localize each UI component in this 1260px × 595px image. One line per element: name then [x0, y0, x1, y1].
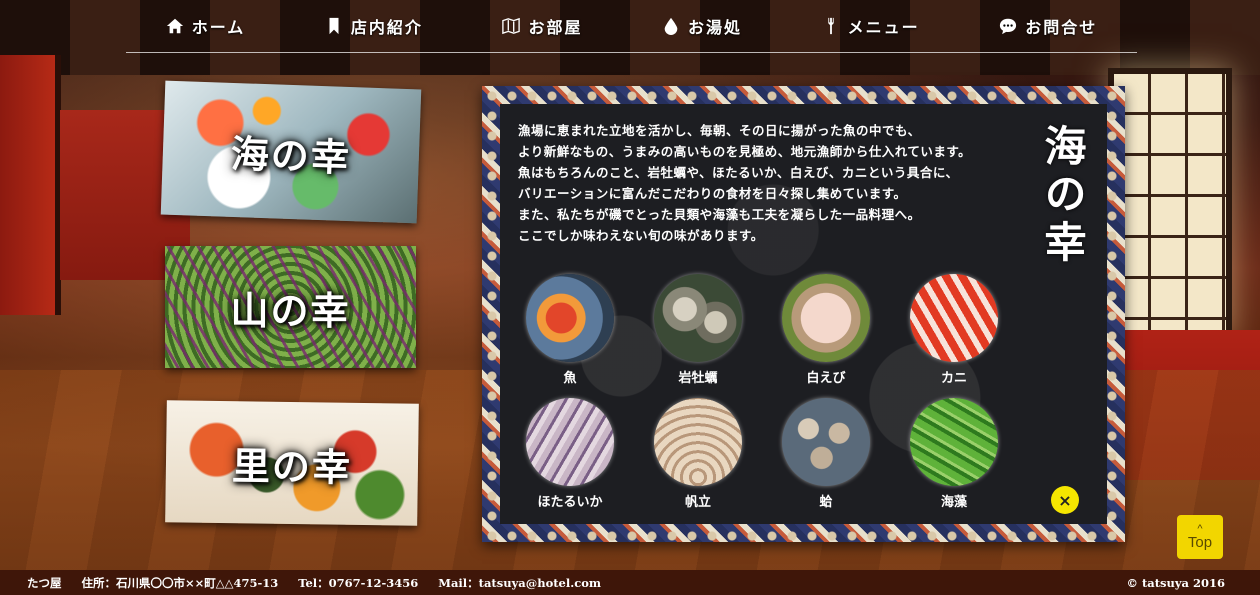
description-line: 漁場に恵まれた立地を活かし、毎朝、その日に揚がった魚の中でも、: [518, 123, 921, 138]
nav-item-contact[interactable]: お問合せ: [999, 14, 1097, 38]
home-icon: [166, 18, 183, 34]
description-line: 魚はもちろんのこと、岩牡蠣や、ほたるいか、白えび、カニという具合に、: [518, 165, 959, 180]
nav-item-menu[interactable]: メニュー: [822, 14, 920, 38]
food-item-label: 蛤: [819, 495, 833, 510]
scallop-image: [654, 398, 742, 486]
squid-image: [526, 398, 614, 486]
nav-item-label: ホーム: [191, 18, 246, 37]
nav-item-bath[interactable]: お湯処: [662, 14, 742, 38]
main-nav: ホーム 店内紹介 お部屋 お湯処 メニュー お問合せ: [126, 0, 1137, 53]
food-item-crab[interactable]: カニ: [904, 274, 1004, 386]
description-line: バリエーションに富んだこだわりの食材を日々探し集めています。: [518, 186, 907, 201]
footer-info: たつ屋 住所：石川県〇〇市××町△△475-13 Tel：0767-12-345…: [27, 575, 601, 591]
category-card-mountain[interactable]: 山の幸: [165, 246, 416, 368]
footer-address: 住所：石川県〇〇市××町△△475-13: [81, 575, 279, 590]
footer-copyright: © tatsuya 2016: [1126, 575, 1225, 590]
footer-tel: Tel：0767-12-3456: [298, 575, 419, 590]
bookmark-icon: [329, 17, 339, 35]
food-item-firefly-squid[interactable]: ほたるいか: [520, 398, 620, 510]
food-item-label: 魚: [563, 371, 577, 386]
category-label: 海の幸: [230, 130, 352, 180]
food-item-label: 帆立: [684, 495, 711, 510]
panel-description: 漁場に恵まれた立地を活かし、毎朝、その日に揚がった魚の中でも、 より新鮮なもの、…: [518, 120, 1018, 246]
food-item-seaweed[interactable]: 海藻: [904, 398, 1004, 510]
seaweed-image: [910, 398, 998, 486]
fish-image: [526, 274, 614, 362]
food-item-oyster[interactable]: 岩牡蠣: [648, 274, 748, 386]
detail-panel: 漁場に恵まれた立地を活かし、毎朝、その日に揚がった魚の中でも、 より新鮮なもの、…: [482, 86, 1125, 542]
category-card-sea[interactable]: 海の幸: [160, 80, 422, 224]
food-item-white-shrimp[interactable]: 白えび: [776, 274, 876, 386]
shrimp-image: [782, 274, 870, 362]
footer-shop-name: たつ屋: [27, 575, 62, 590]
oyster-image: [654, 274, 742, 362]
food-item-label: 海藻: [940, 495, 967, 510]
food-item-clam[interactable]: 蛤: [776, 398, 876, 510]
panel-title: 海の幸: [1038, 124, 1087, 268]
map-icon: [502, 17, 521, 35]
fork-icon: [827, 17, 834, 35]
nav-item-label: メニュー: [847, 18, 920, 37]
nav-item-home[interactable]: ホーム: [166, 14, 246, 38]
description-line: より新鮮なもの、うまみの高いものを見極め、地元漁師から仕入れています。: [518, 144, 972, 159]
footer-mail: Mail：tatsuya@hotel.com: [438, 575, 602, 590]
food-item-label: カニ: [940, 371, 967, 386]
food-item-label: ほたるいか: [537, 495, 603, 510]
background-shoji-window: [1108, 68, 1232, 340]
food-item-label: 白えび: [806, 371, 846, 386]
food-item-label: 岩牡蠣: [678, 371, 718, 386]
nav-item-label: お部屋: [528, 18, 583, 37]
drop-icon: [664, 17, 678, 35]
description-line: また、私たちが磯でとった貝類や海藻も工夫を凝らした一品料理へ。: [518, 207, 921, 222]
nav-item-rooms[interactable]: お部屋: [502, 14, 582, 38]
food-item-scallop[interactable]: 帆立: [648, 398, 748, 510]
description-line: ここでしか味わえない旬の味があります。: [518, 228, 764, 243]
back-to-top-label: Top: [1187, 533, 1213, 551]
detail-panel-content: 漁場に恵まれた立地を活かし、毎朝、その日に揚がった魚の中でも、 より新鮮なもの、…: [500, 104, 1107, 524]
nav-item-label: お問合せ: [1025, 18, 1098, 37]
back-to-top-button[interactable]: ^ Top: [1177, 515, 1223, 559]
food-item-fish[interactable]: 魚: [520, 274, 620, 386]
nav-item-label: 店内紹介: [350, 18, 423, 37]
clam-image: [782, 398, 870, 486]
close-button[interactable]: ×: [1051, 486, 1079, 514]
background-wall-left: [0, 55, 61, 315]
nav-item-label: お湯処: [688, 18, 743, 37]
chat-icon: [1000, 18, 1017, 35]
category-card-village[interactable]: 里の幸: [165, 400, 419, 526]
footer: たつ屋 住所：石川県〇〇市××町△△475-13 Tel：0767-12-345…: [0, 570, 1260, 595]
category-label: 里の幸: [231, 442, 353, 490]
nav-item-store[interactable]: 店内紹介: [325, 14, 423, 38]
chevron-up-icon: ^: [1197, 522, 1203, 535]
category-label: 山の幸: [230, 287, 351, 333]
crab-image: [910, 274, 998, 362]
